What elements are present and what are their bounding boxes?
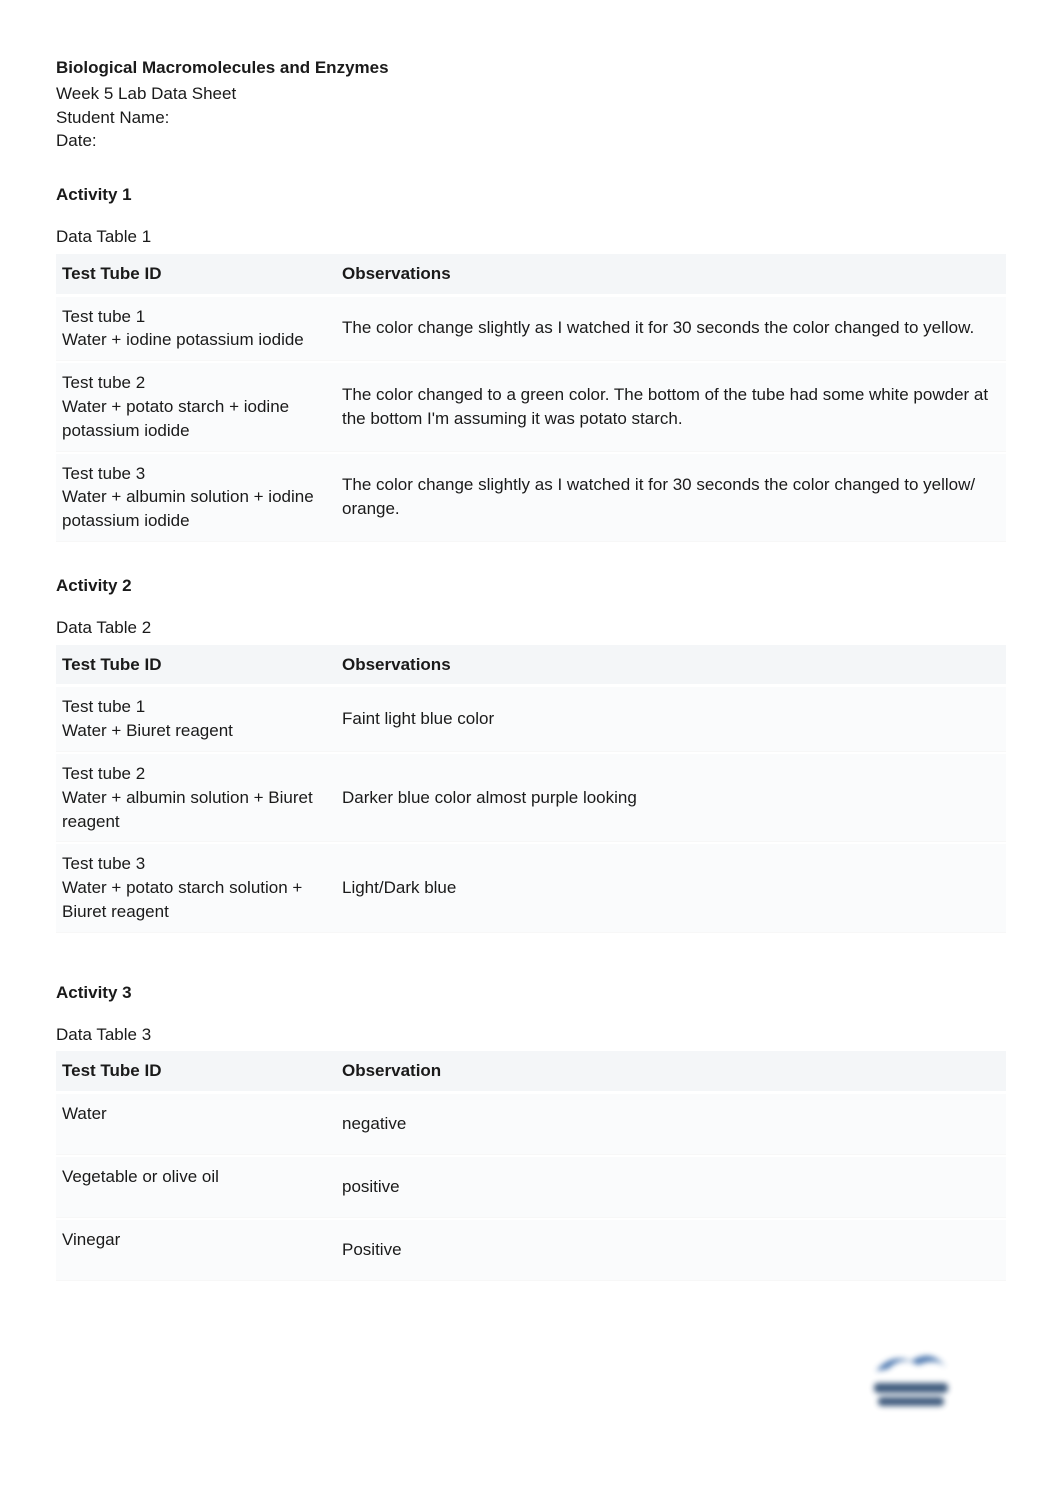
cell-observation: The color change slightly as I watched i… <box>336 297 1006 361</box>
col-test-tube-id: Test Tube ID <box>56 645 336 685</box>
table-row: Vinegar Positive <box>56 1220 1006 1280</box>
col-test-tube-id: Test Tube ID <box>56 1051 336 1091</box>
cell-observation: Faint light blue color <box>336 687 1006 751</box>
cell-observation: Positive <box>336 1220 1006 1280</box>
cell-test-tube-id: Test tube 1Water + Biuret reagent <box>56 687 336 751</box>
activity-1-heading: Activity 1 <box>56 183 1006 207</box>
data-table-2-caption: Data Table 2 <box>56 616 1006 640</box>
cell-observation: positive <box>336 1157 1006 1217</box>
table-row: Test tube 1Water + iodine potassium iodi… <box>56 297 1006 361</box>
cell-observation: The color changed to a green color. The … <box>336 363 1006 450</box>
col-observation: Observation <box>336 1051 1006 1091</box>
doc-header: Biological Macromolecules and Enzymes We… <box>56 56 1006 153</box>
data-table-1-caption: Data Table 1 <box>56 225 1006 249</box>
data-table-2: Test Tube ID Observations Test tube 1Wat… <box>56 642 1006 935</box>
cell-observation: Light/Dark blue <box>336 844 1006 931</box>
logo-icon <box>856 1343 966 1413</box>
cell-test-tube-id: Water <box>56 1094 336 1154</box>
col-observations: Observations <box>336 254 1006 294</box>
table-header-row: Test Tube ID Observations <box>56 645 1006 685</box>
col-observations: Observations <box>336 645 1006 685</box>
table-row: Test tube 3Water + albumin solution + io… <box>56 454 1006 541</box>
cell-observation: negative <box>336 1094 1006 1154</box>
cell-test-tube-id: Test tube 1Water + iodine potassium iodi… <box>56 297 336 361</box>
date-label: Date: <box>56 129 1006 153</box>
activity-2-heading: Activity 2 <box>56 574 1006 598</box>
table-header-row: Test Tube ID Observations <box>56 254 1006 294</box>
doc-title: Biological Macromolecules and Enzymes <box>56 56 1006 80</box>
data-table-3-caption: Data Table 3 <box>56 1023 1006 1047</box>
logo <box>56 1343 1006 1413</box>
cell-test-tube-id: Vinegar <box>56 1220 336 1280</box>
cell-test-tube-id: Test tube 3Water + albumin solution + io… <box>56 454 336 541</box>
table-header-row: Test Tube ID Observation <box>56 1051 1006 1091</box>
student-name-label: Student Name: <box>56 106 1006 130</box>
col-test-tube-id: Test Tube ID <box>56 254 336 294</box>
cell-test-tube-id: Test tube 2Water + potato starch + iodin… <box>56 363 336 450</box>
cell-test-tube-id: Vegetable or olive oil <box>56 1157 336 1217</box>
cell-observation: Darker blue color almost purple looking <box>336 754 1006 841</box>
table-row: Vegetable or olive oil positive <box>56 1157 1006 1217</box>
doc-subtitle: Week 5 Lab Data Sheet <box>56 82 1006 106</box>
table-row: Test tube 2Water + albumin solution + Bi… <box>56 754 1006 841</box>
cell-test-tube-id: Test tube 2Water + albumin solution + Bi… <box>56 754 336 841</box>
table-row: Test tube 2Water + potato starch + iodin… <box>56 363 1006 450</box>
table-row: Water negative <box>56 1094 1006 1154</box>
activity-3-heading: Activity 3 <box>56 981 1006 1005</box>
data-table-3: Test Tube ID Observation Water negative … <box>56 1048 1006 1283</box>
cell-observation: The color change slightly as I watched i… <box>336 454 1006 541</box>
table-row: Test tube 1Water + Biuret reagent Faint … <box>56 687 1006 751</box>
cell-test-tube-id: Test tube 3Water + potato starch solutio… <box>56 844 336 931</box>
table-row: Test tube 3Water + potato starch solutio… <box>56 844 1006 931</box>
data-table-1: Test Tube ID Observations Test tube 1Wat… <box>56 251 1006 544</box>
